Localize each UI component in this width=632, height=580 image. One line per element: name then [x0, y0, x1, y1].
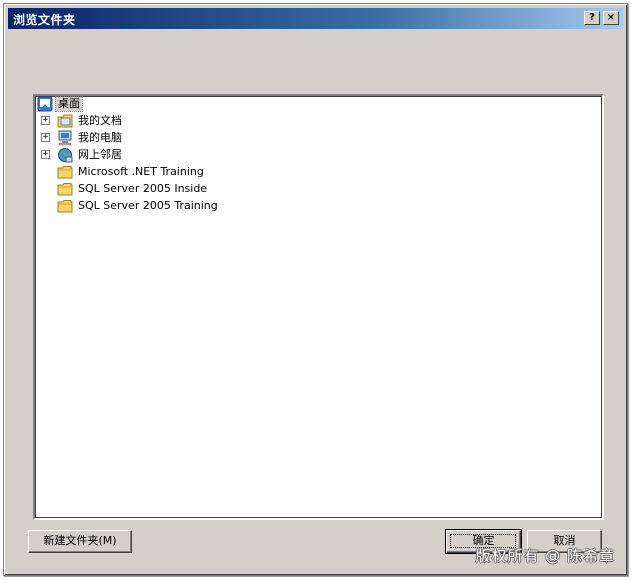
my-documents-icon	[57, 114, 73, 128]
network-places-icon	[58, 148, 73, 163]
expand-toggle[interactable]: +	[41, 116, 50, 125]
folder-icon	[57, 200, 73, 213]
tree-node-label: SQL Server 2005 Inside	[78, 182, 208, 195]
tree-node-label: 桌面	[55, 96, 83, 112]
close-icon: ×	[606, 12, 616, 23]
new-folder-button[interactable]: 新建文件夹(M)	[28, 530, 132, 553]
tree-node-label: SQL Server 2005 Training	[78, 199, 218, 212]
copyright-watermark: 版权所有 @ 陈希章	[475, 547, 615, 565]
desktop-icon	[37, 96, 53, 112]
my-computer-icon	[58, 130, 72, 146]
tree-node-label: 网上邻居	[78, 148, 122, 161]
close-button[interactable]: ×	[603, 11, 619, 25]
folder-tree[interactable]: 桌面 + 我的文档 + 我的电脑 + 网上邻居 Microsoft .NET T…	[33, 94, 604, 520]
title-bar[interactable]: 浏览文件夹 ? ×	[8, 8, 623, 29]
folder-icon	[57, 166, 73, 179]
browse-folder-dialog: 浏览文件夹 ? × 桌面 + 我的文档 + 我的电脑 + 网上邻居 Micros…	[3, 3, 628, 576]
tree-node-label: 我的电脑	[78, 131, 122, 144]
expand-toggle[interactable]: +	[41, 150, 50, 159]
folder-icon	[57, 183, 73, 196]
tree-node-label: 我的文档	[78, 114, 122, 127]
tree-node-label: Microsoft .NET Training	[78, 165, 204, 178]
help-button[interactable]: ?	[584, 11, 600, 25]
expand-toggle[interactable]: +	[41, 133, 50, 142]
dialog-title: 浏览文件夹	[13, 13, 76, 27]
